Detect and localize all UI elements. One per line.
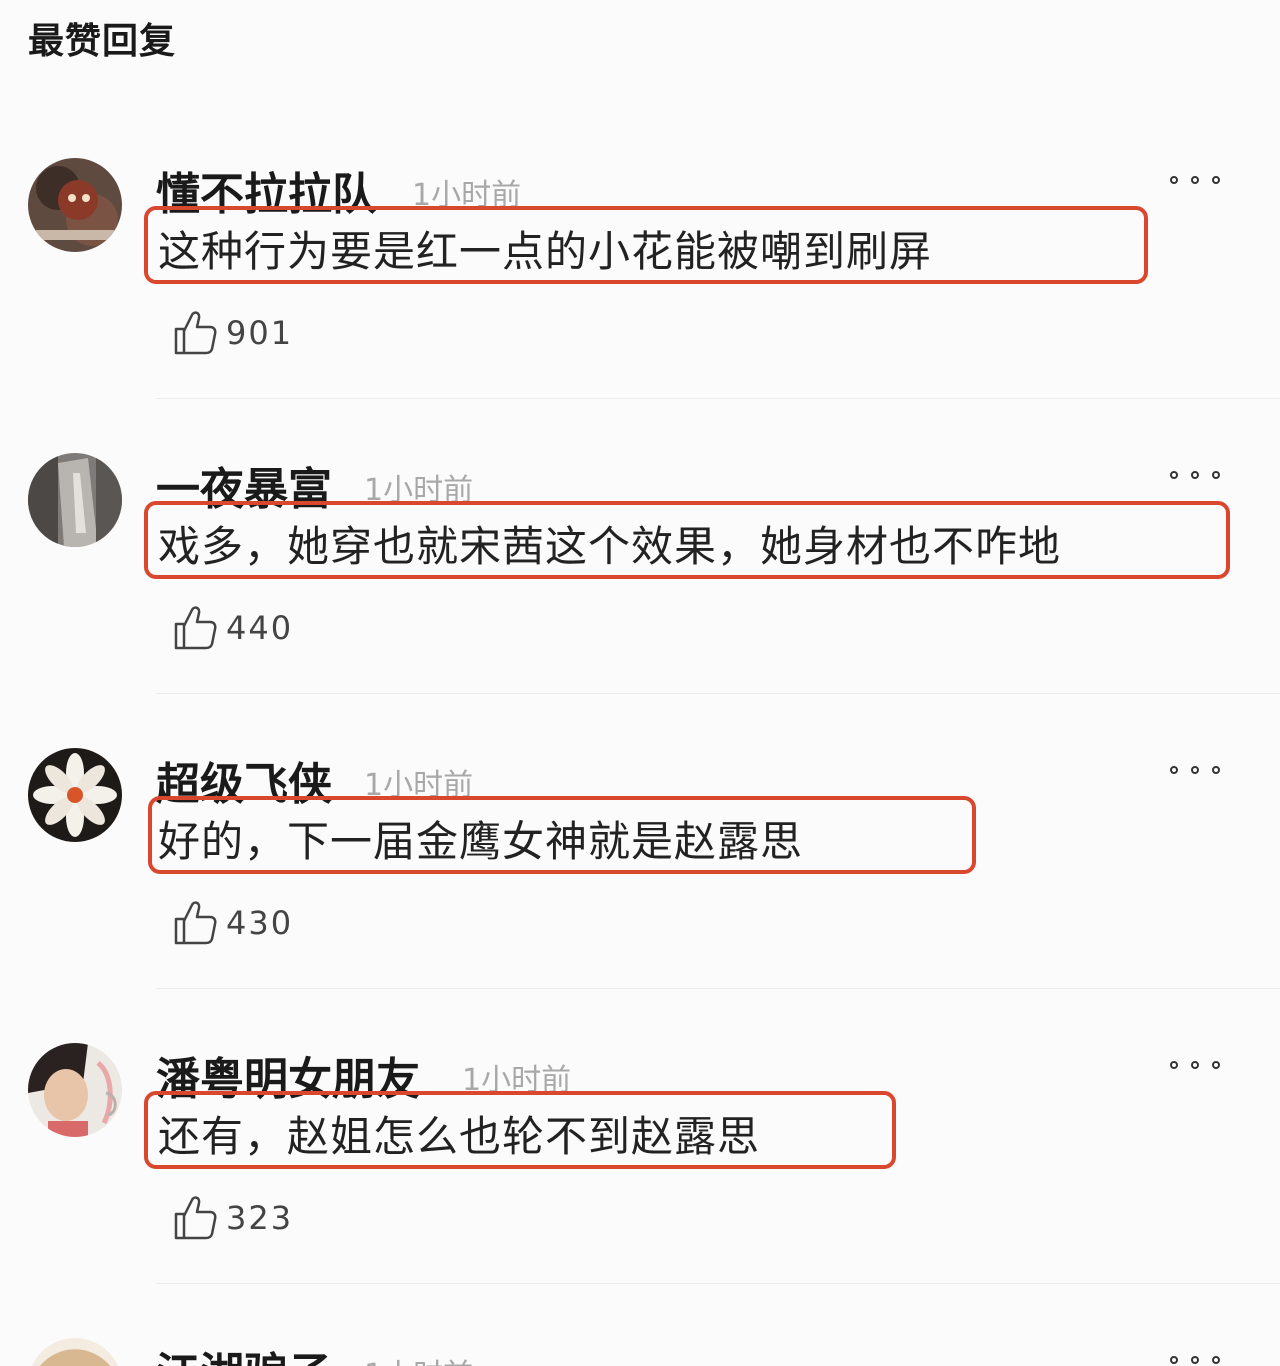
dot-icon bbox=[1212, 471, 1220, 479]
dot-icon bbox=[1170, 1356, 1178, 1364]
thumbs-up-icon bbox=[174, 606, 217, 650]
thumbs-up-icon bbox=[174, 901, 217, 945]
section-title: 最赞回复 bbox=[28, 21, 177, 62]
comment-item: 潘粤明女朋友 1小时前 还有，赵姐怎么也轮不到赵露思 323 bbox=[0, 1033, 1280, 1329]
more-options-button[interactable] bbox=[1170, 170, 1220, 190]
comment-text: 这种行为要是红一点的小花能被嘲到刷屏 bbox=[158, 227, 933, 276]
dot-icon bbox=[1191, 471, 1199, 479]
dot-icon bbox=[1170, 766, 1178, 774]
like-button[interactable]: 430 bbox=[172, 898, 293, 948]
more-options-button[interactable] bbox=[1170, 465, 1220, 485]
like-button[interactable]: 901 bbox=[172, 308, 293, 358]
comment-text: 好的，下一届金鹰女神就是赵露思 bbox=[158, 817, 804, 866]
divider bbox=[156, 1283, 1280, 1284]
avatar[interactable] bbox=[28, 1043, 122, 1137]
thumbs-up-icon bbox=[174, 1196, 217, 1240]
more-options-button[interactable] bbox=[1170, 1350, 1220, 1366]
divider bbox=[156, 988, 1280, 989]
timestamp: 1小时前 bbox=[364, 1350, 473, 1366]
comment-text: 戏多，她穿也就宋茜这个效果，她身材也不咋地 bbox=[158, 522, 1062, 571]
dot-icon bbox=[1191, 1356, 1199, 1364]
comment-item: 懂不拉拉队 1小时前 这种行为要是红一点的小花能被嘲到刷屏 901 bbox=[0, 148, 1280, 444]
like-count: 901 bbox=[226, 314, 294, 352]
comment-item: 一夜暴富 1小时前 戏多，她穿也就宋茜这个效果，她身材也不咋地 440 bbox=[0, 443, 1280, 739]
thumbs-up-icon bbox=[174, 311, 217, 355]
dot-icon bbox=[1212, 176, 1220, 184]
more-options-button[interactable] bbox=[1170, 760, 1220, 780]
like-count: 323 bbox=[226, 1199, 294, 1237]
dot-icon bbox=[1212, 766, 1220, 774]
dot-icon bbox=[1191, 1061, 1199, 1069]
like-count: 430 bbox=[226, 904, 294, 942]
username[interactable]: 江湖骗子 bbox=[156, 1338, 332, 1366]
dot-icon bbox=[1212, 1356, 1220, 1364]
comment-text: 还有，赵姐怎么也轮不到赵露思 bbox=[158, 1112, 761, 1161]
avatar[interactable] bbox=[28, 748, 122, 842]
dot-icon bbox=[1191, 176, 1199, 184]
comment-item: 超级飞侠 1小时前 好的，下一届金鹰女神就是赵露思 430 bbox=[0, 738, 1280, 1034]
comment-item: 江湖骗子 1小时前 bbox=[0, 1328, 1280, 1366]
dot-icon bbox=[1170, 1061, 1178, 1069]
more-options-button[interactable] bbox=[1170, 1055, 1220, 1075]
dot-icon bbox=[1191, 766, 1199, 774]
dot-icon bbox=[1170, 471, 1178, 479]
avatar[interactable] bbox=[28, 158, 122, 252]
like-count: 440 bbox=[226, 609, 294, 647]
like-button[interactable]: 323 bbox=[172, 1193, 293, 1243]
dot-icon bbox=[1212, 1061, 1220, 1069]
divider bbox=[156, 398, 1280, 399]
avatar[interactable] bbox=[28, 453, 122, 547]
avatar[interactable] bbox=[28, 1338, 122, 1366]
dot-icon bbox=[1170, 176, 1178, 184]
like-button[interactable]: 440 bbox=[172, 603, 293, 653]
comments-screen: 最赞回复 懂不拉拉队 1小时前 这种行为要是红一点的小花能被嘲到刷屏 901 一… bbox=[0, 0, 1280, 1366]
divider bbox=[156, 693, 1280, 694]
